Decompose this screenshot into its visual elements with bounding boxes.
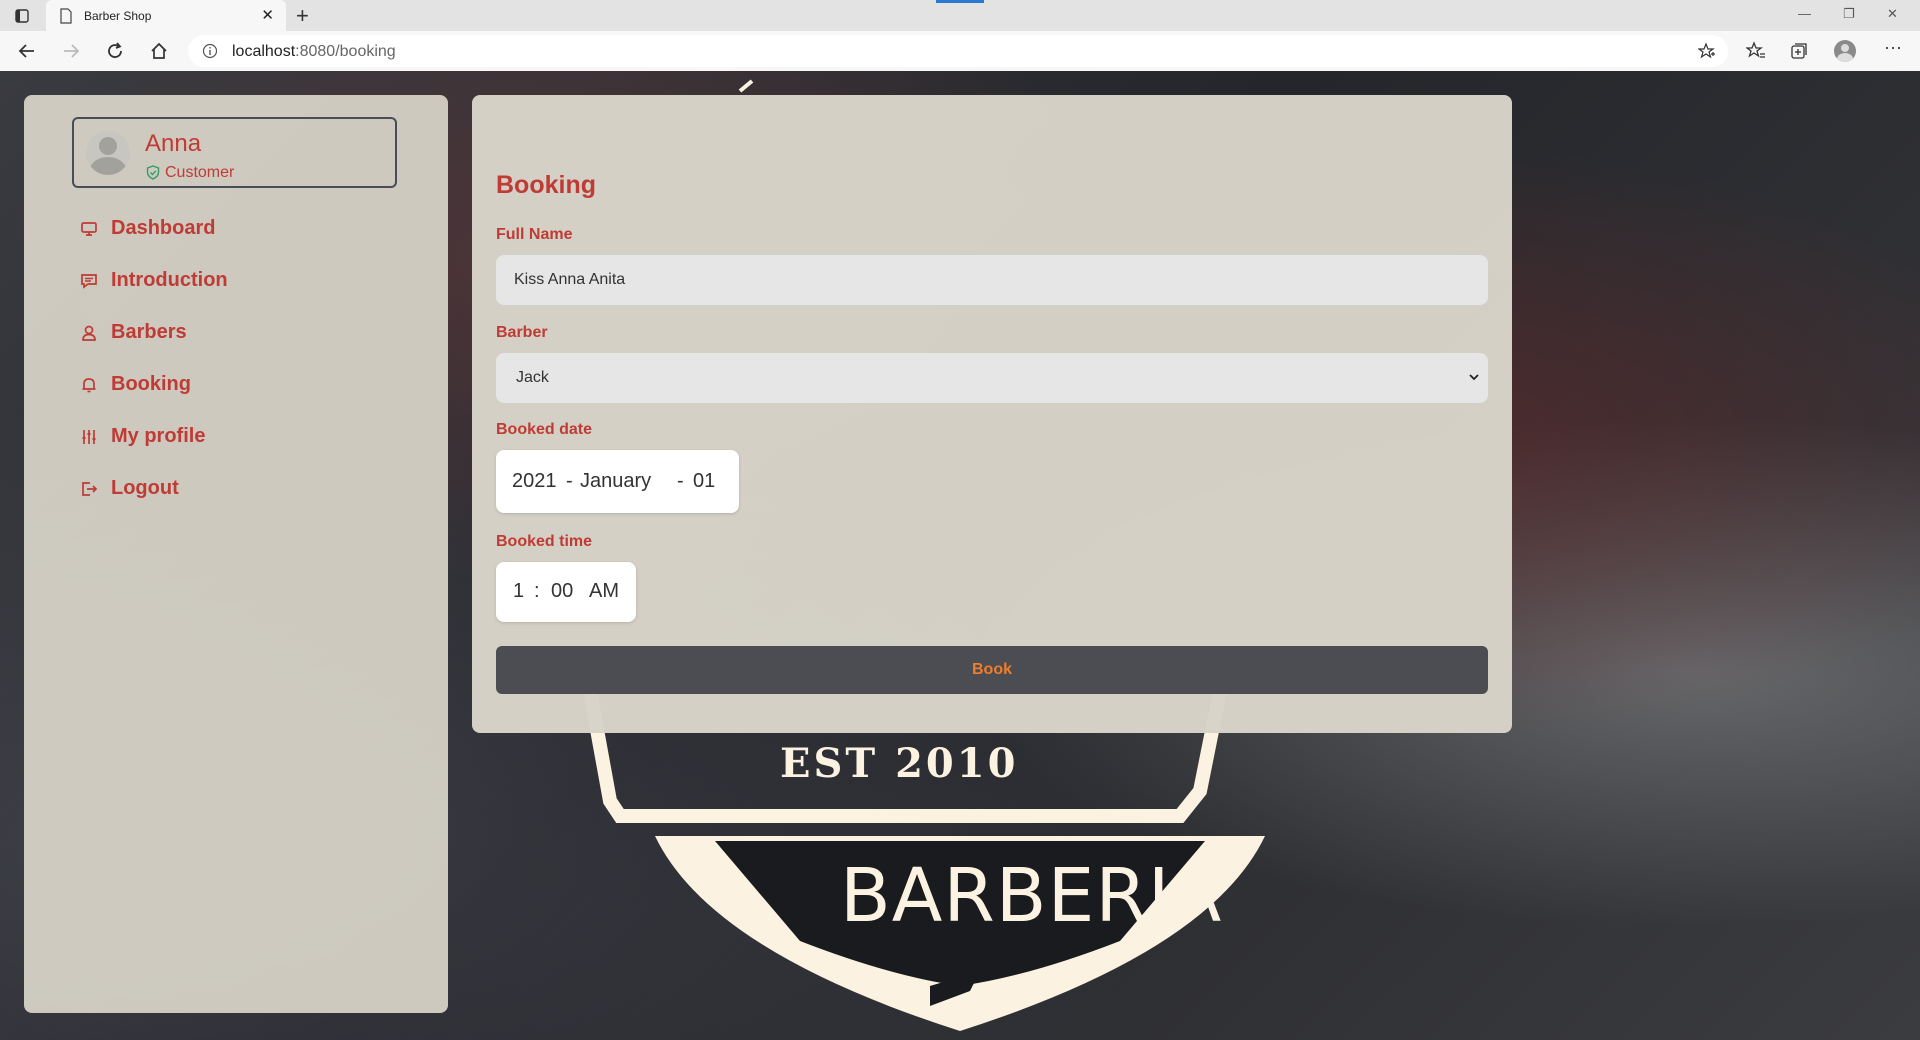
sidebar-item-logout[interactable]: Logout	[80, 467, 380, 519]
user-role: Customer	[165, 164, 235, 181]
booked-time-label: Booked time	[496, 533, 593, 550]
sidebar-item-label: Barbers	[111, 321, 187, 343]
sidebar-item-label: Introduction	[111, 269, 228, 291]
booking-panel: Booking Full Name Barber Jack Booked dat…	[472, 95, 1512, 733]
book-button[interactable]: Book	[496, 646, 1488, 694]
date-month[interactable]: January	[580, 470, 651, 493]
url-text: localhost:8080/booking	[232, 43, 396, 60]
full-name-input[interactable]	[496, 255, 1488, 305]
page-background: EST 2010 BARBERIA Anna Customer Dashboar…	[0, 71, 1920, 1040]
address-bar: localhost:8080/booking ···	[0, 31, 1920, 72]
sidebar-item-introduction[interactable]: Introduction	[80, 259, 380, 311]
chevron-down-icon	[1469, 374, 1479, 381]
shield-check-icon	[146, 165, 160, 180]
message-icon	[81, 274, 97, 289]
sidebar-item-label: Logout	[111, 477, 179, 499]
sidebar: Anna Customer Dashboard Introduction Bar…	[24, 95, 448, 1013]
window-indicator	[936, 0, 984, 3]
sidebar-item-label: Dashboard	[111, 217, 216, 239]
barber-label: Barber	[496, 324, 548, 341]
tab-actions-icon[interactable]	[14, 8, 30, 24]
user-name: Anna	[145, 130, 202, 157]
logo-est-text: EST 2010	[780, 740, 1018, 787]
sidebar-item-my-profile[interactable]: My profile	[80, 415, 380, 467]
date-year[interactable]: 2021	[512, 470, 557, 493]
collections-icon[interactable]	[1789, 41, 1809, 61]
back-icon[interactable]	[16, 40, 38, 62]
time-ampm[interactable]: AM	[589, 580, 619, 603]
sliders-icon	[82, 430, 96, 444]
booked-date-label: Booked date	[496, 421, 593, 438]
logo-name-text: BARBERIA	[840, 853, 1222, 939]
user-icon	[82, 325, 96, 341]
page-icon	[60, 8, 72, 24]
url-field[interactable]: localhost:8080/booking	[188, 35, 1728, 67]
tab-close-icon[interactable]: ✕	[261, 6, 274, 24]
refresh-icon[interactable]	[104, 40, 126, 62]
page-title: Booking	[496, 171, 596, 199]
date-separator: -	[566, 470, 573, 492]
user-card: Anna Customer	[72, 117, 397, 188]
profile-icon[interactable]	[1834, 40, 1856, 62]
sidebar-item-booking[interactable]: Booking	[80, 363, 380, 415]
minimize-icon[interactable]: —	[1798, 6, 1811, 21]
date-separator: -	[677, 470, 684, 492]
more-options-icon[interactable]: ···	[1884, 37, 1904, 57]
sidebar-item-dashboard[interactable]: Dashboard	[80, 207, 380, 259]
booked-date-input[interactable]: 2021 - January - 01	[496, 450, 739, 513]
browser-tabstrip: Barber Shop ✕ + — ❐ ✕	[0, 0, 1920, 31]
bell-icon	[82, 378, 96, 393]
time-separator: :	[534, 580, 540, 602]
time-hour[interactable]: 1	[513, 580, 524, 603]
monitor-icon	[81, 222, 97, 236]
date-day[interactable]: 01	[693, 470, 715, 493]
barber-select-value: Jack	[516, 369, 549, 386]
barber-select[interactable]: Jack	[496, 353, 1488, 403]
browser-tab[interactable]: Barber Shop ✕	[46, 0, 286, 31]
tab-title: Barber Shop	[84, 9, 152, 23]
sidebar-item-label: My profile	[111, 425, 206, 447]
sidebar-item-barbers[interactable]: Barbers	[80, 311, 380, 363]
new-tab-button[interactable]: +	[296, 3, 309, 29]
logout-icon	[82, 482, 98, 496]
booked-time-input[interactable]: 1 : 00 AM	[496, 562, 636, 622]
sidebar-menu: Dashboard Introduction Barbers Booking M…	[80, 207, 380, 519]
site-info-icon[interactable]	[202, 43, 218, 59]
sidebar-item-label: Booking	[111, 373, 191, 395]
favorites-icon[interactable]	[1746, 41, 1766, 61]
time-minute[interactable]: 00	[551, 580, 573, 603]
forward-icon[interactable]	[60, 40, 82, 62]
add-favorite-icon[interactable]	[1698, 42, 1716, 60]
avatar	[86, 131, 130, 175]
full-name-label: Full Name	[496, 226, 573, 243]
window-close-icon[interactable]: ✕	[1887, 6, 1898, 22]
home-icon[interactable]	[148, 40, 170, 62]
restore-icon[interactable]: ❐	[1843, 6, 1855, 22]
